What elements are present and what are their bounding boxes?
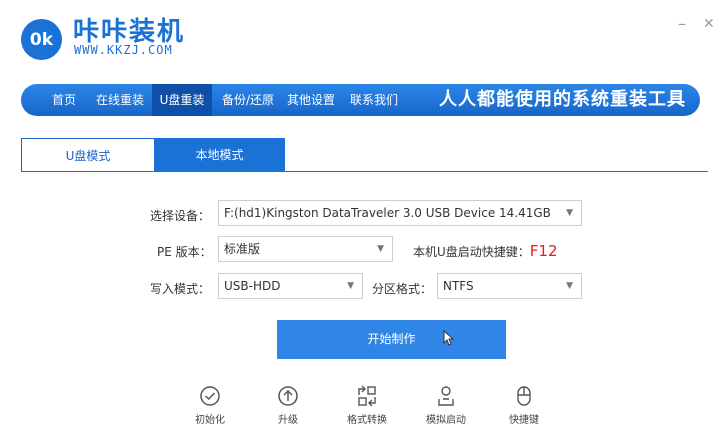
nav-item-backup-restore[interactable]: 备份/还原 bbox=[217, 84, 279, 116]
chevron-down-icon: ▼ bbox=[347, 281, 354, 291]
chevron-down-icon: ▼ bbox=[566, 208, 573, 218]
start-make-button[interactable]: 开始制作 bbox=[277, 320, 506, 359]
nav-item-online-reinstall[interactable]: 在线重装 bbox=[91, 84, 149, 116]
chevron-down-icon: ▼ bbox=[566, 281, 573, 291]
partition-format-label: 分区格式： bbox=[372, 282, 433, 296]
tool-simulate-boot-label: 模拟启动 bbox=[426, 415, 466, 426]
tool-format-convert[interactable]: 格式转换 bbox=[337, 385, 397, 426]
mouse-icon bbox=[517, 386, 531, 406]
tool-upgrade-label: 升级 bbox=[278, 415, 298, 426]
nav-item-other-settings[interactable]: 其他设置 bbox=[283, 84, 339, 116]
device-label: 选择设备： bbox=[150, 209, 211, 223]
pe-version-label: PE 版本： bbox=[157, 245, 212, 259]
slogan: 人人都能使用的系统重装工具 bbox=[439, 89, 686, 110]
partition-format-value: NTFS bbox=[443, 279, 474, 293]
hotkey-label-text: 本机U盘启动快捷键： bbox=[413, 245, 530, 259]
tool-simulate-boot[interactable]: 模拟启动 bbox=[416, 385, 476, 426]
close-button[interactable]: ✕ bbox=[703, 16, 715, 32]
nav-item-home[interactable]: 首页 bbox=[43, 84, 85, 116]
main-navbar: 首页 在线重装 U盘重装 备份/还原 其他设置 联系我们 人人都能使用的系统重装… bbox=[21, 84, 700, 116]
format-convert-icon bbox=[358, 385, 376, 407]
arrow-up-circle-icon bbox=[278, 386, 298, 406]
tool-format-convert-label: 格式转换 bbox=[347, 415, 387, 426]
tool-hotkey[interactable]: 快捷键 bbox=[494, 385, 554, 426]
tool-upgrade[interactable]: 升级 bbox=[258, 385, 318, 426]
hotkey-value: F12 bbox=[529, 242, 558, 260]
minimize-button[interactable]: – bbox=[678, 14, 686, 33]
logo-text: 0k bbox=[29, 29, 54, 50]
app-logo: 0k bbox=[21, 19, 62, 60]
write-mode-value: USB-HDD bbox=[224, 279, 281, 293]
hotkey-label: 本机U盘启动快捷键：F12 bbox=[413, 242, 558, 260]
tool-initialize-label: 初始化 bbox=[195, 415, 225, 426]
nav-item-usb-reinstall[interactable]: U盘重装 bbox=[152, 84, 212, 116]
tab-usb-mode[interactable]: U盘模式 bbox=[21, 138, 155, 172]
nav-item-contact-us[interactable]: 联系我们 bbox=[346, 84, 402, 116]
pe-version-select[interactable]: 标准版 ▼ bbox=[218, 236, 393, 262]
tool-hotkey-label: 快捷键 bbox=[509, 415, 539, 426]
tab-local-mode[interactable]: 本地模式 bbox=[154, 138, 285, 172]
tool-initialize[interactable]: 初始化 bbox=[180, 385, 240, 426]
mouse-cursor-icon bbox=[443, 330, 454, 346]
device-select[interactable]: F:(hd1)Kingston DataTraveler 3.0 USB Dev… bbox=[218, 200, 582, 226]
tab-divider bbox=[21, 171, 708, 172]
pe-version-value: 标准版 bbox=[224, 242, 261, 256]
partition-format-select[interactable]: NTFS ▼ bbox=[437, 273, 582, 299]
user-boot-icon bbox=[438, 386, 454, 406]
chevron-down-icon: ▼ bbox=[377, 244, 384, 254]
device-value: F:(hd1)Kingston DataTraveler 3.0 USB Dev… bbox=[224, 206, 551, 220]
start-make-label: 开始制作 bbox=[367, 332, 416, 346]
write-mode-select[interactable]: USB-HDD ▼ bbox=[218, 273, 363, 299]
check-circle-icon bbox=[200, 386, 220, 406]
app-url: WWW.KKZJ.COM bbox=[74, 43, 173, 57]
write-mode-label: 写入模式： bbox=[150, 282, 211, 296]
